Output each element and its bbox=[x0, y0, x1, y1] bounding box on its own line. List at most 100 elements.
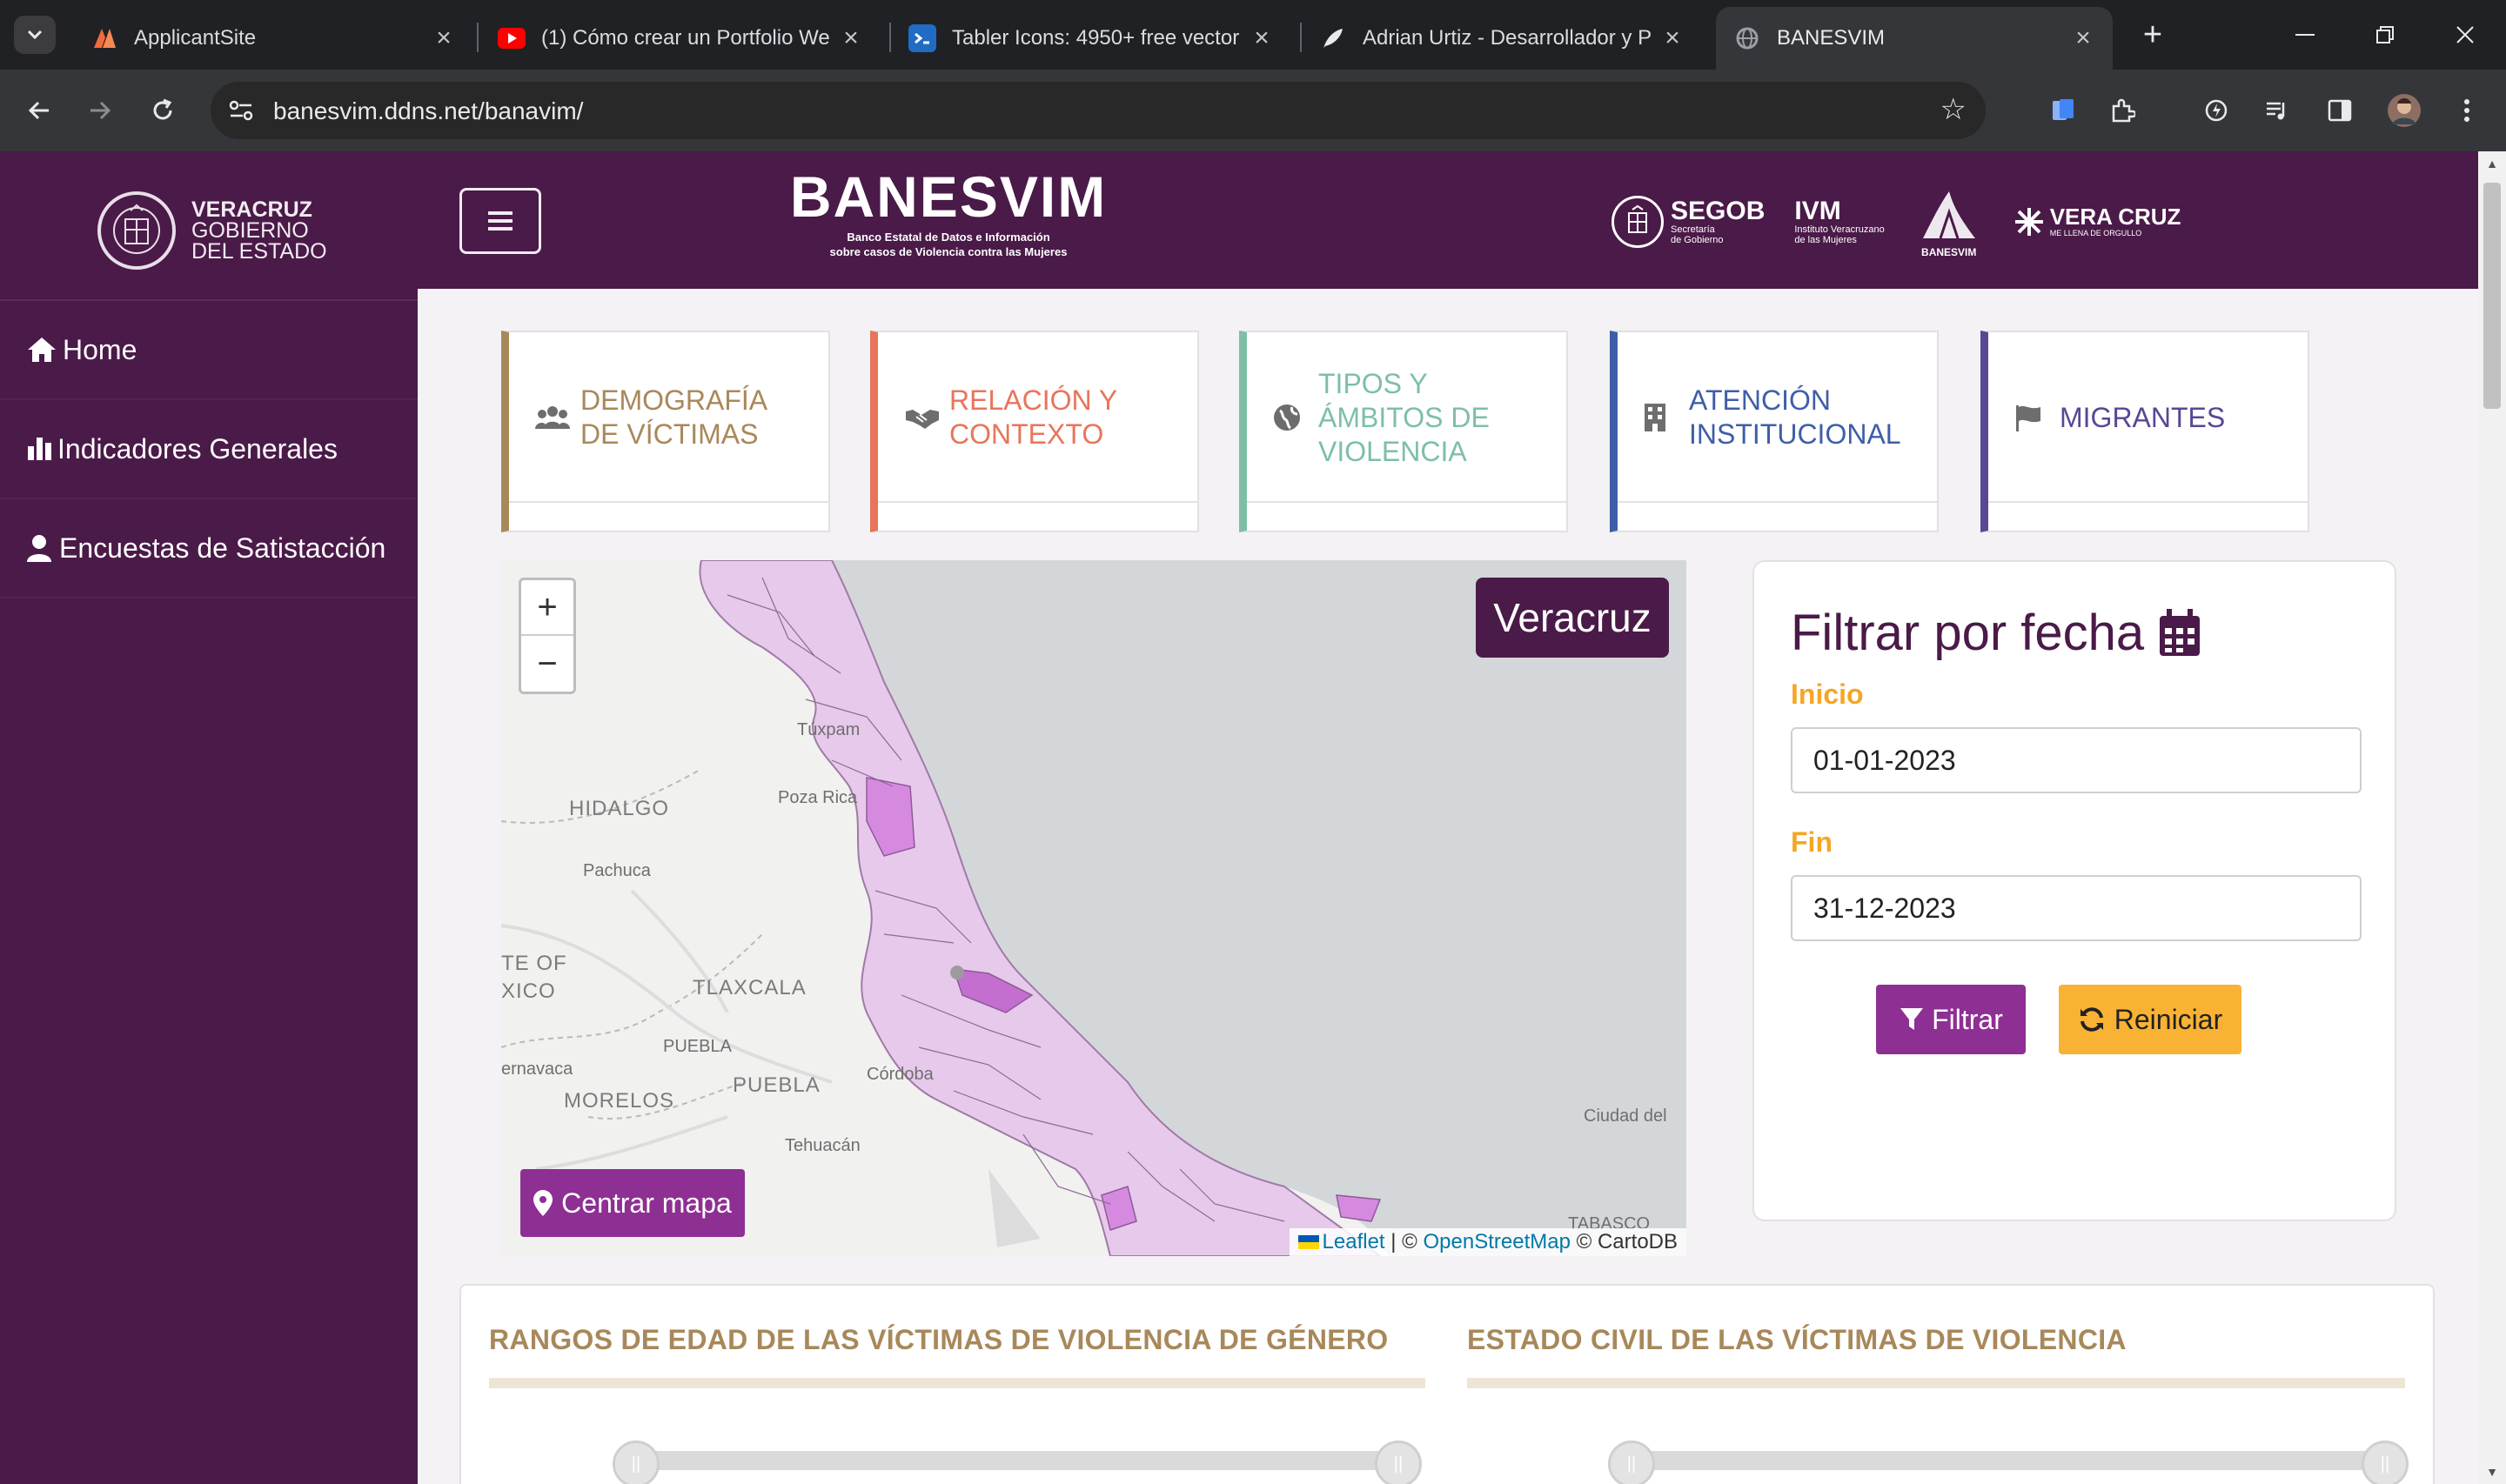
tab-separator bbox=[477, 23, 479, 52]
sidebar-item-encuestas[interactable]: Encuestas de Satistacción bbox=[0, 499, 418, 598]
start-date-label: Inicio bbox=[1791, 678, 1864, 710]
arrow-right-icon bbox=[90, 101, 111, 120]
users-icon bbox=[535, 404, 580, 431]
hamburger-icon bbox=[488, 219, 513, 223]
feather-icon bbox=[1319, 24, 1347, 52]
card-relacion[interactable]: RELACIÓN Y CONTEXTO bbox=[870, 331, 1199, 532]
state-seal-icon bbox=[97, 191, 176, 270]
card-demografia[interactable]: DEMOGRAFÍA DE VÍCTIMAS bbox=[501, 331, 830, 532]
zoom-in-button[interactable]: + bbox=[521, 580, 573, 636]
card-label-line-3: VIOLENCIA bbox=[1318, 435, 1467, 467]
menu-toggle-button[interactable] bbox=[459, 188, 541, 254]
veracruz-name: VERA CRUZ bbox=[2049, 204, 2181, 230]
slider-handle-left[interactable]: || bbox=[1608, 1441, 1655, 1484]
scrollbar-thumb[interactable] bbox=[2483, 183, 2501, 409]
minimize-icon bbox=[2295, 34, 2315, 36]
close-icon[interactable]: × bbox=[1250, 23, 1274, 53]
reset-button-label: Reiniciar bbox=[2114, 1003, 2223, 1035]
tab-applicantsite[interactable]: ApplicantSite × bbox=[73, 7, 473, 70]
sidebar-item-indicadores[interactable]: Indicadores Generales bbox=[0, 400, 418, 499]
reset-button[interactable]: Reiniciar bbox=[2059, 985, 2241, 1054]
forward-button[interactable] bbox=[78, 89, 122, 132]
sidebar-item-label: Home bbox=[63, 333, 137, 365]
tab-youtube[interactable]: (1) Cómo crear un Portfolio We × bbox=[480, 7, 881, 70]
card-migrantes[interactable]: MIGRANTES bbox=[1980, 331, 2309, 532]
segob-logo: SEGOB Secretaría de Gobierno bbox=[1611, 196, 1765, 248]
map-label-hidalgo: HIDALGO bbox=[569, 797, 670, 820]
map-label-ciudad-del: Ciudad del bbox=[1584, 1106, 1667, 1126]
banesvim-logo[interactable]: BANESVIM Banco Estatal de Datos e Inform… bbox=[783, 164, 1114, 259]
funnel-icon bbox=[1900, 1008, 1924, 1030]
ivm-sub-1: Instituto Veracruzano bbox=[1794, 224, 1885, 235]
card-footer bbox=[878, 501, 1197, 531]
tab-title: ApplicantSite bbox=[134, 26, 257, 50]
address-bar[interactable]: banesvim.ddns.net/banavim/ ☆ bbox=[211, 82, 1986, 139]
url-text: banesvim.ddns.net/banavim/ bbox=[273, 97, 584, 124]
start-date-input[interactable]: 01-01-2023 bbox=[1791, 727, 2362, 793]
card-label-line-2: INSTITUCIONAL bbox=[1689, 418, 1901, 450]
card-footer bbox=[1247, 501, 1566, 531]
extension-docs-icon[interactable] bbox=[2041, 89, 2085, 132]
sidebar-item-label: Encuestas de Satistacción bbox=[59, 531, 386, 564]
new-tab-button[interactable]: + bbox=[2134, 16, 2172, 54]
flag-icon bbox=[2014, 404, 2060, 431]
card-footer bbox=[1988, 501, 2308, 531]
close-icon[interactable]: × bbox=[1660, 23, 1685, 53]
handshake-icon bbox=[904, 404, 949, 431]
banesvim-small-logo: BANESVIM bbox=[1914, 186, 1984, 257]
card-tipos[interactable]: TIPOS Y ÁMBITOS DE VIOLENCIA bbox=[1239, 331, 1568, 532]
ivm-logo: IVM Instituto Veracruzano de las Mujeres bbox=[1794, 198, 1885, 246]
sidebar-item-home[interactable]: Home bbox=[0, 301, 418, 400]
tab-banesvim[interactable]: BANESVIM × bbox=[1716, 7, 2113, 70]
back-button[interactable] bbox=[17, 89, 61, 132]
performance-icon[interactable] bbox=[2194, 89, 2238, 132]
openstreetmap-link[interactable]: OpenStreetMap bbox=[1424, 1230, 1571, 1254]
building-icon bbox=[1644, 403, 1689, 432]
scroll-down-arrow-icon[interactable]: ▼ bbox=[2478, 1460, 2506, 1484]
filter-button[interactable]: Filtrar bbox=[1876, 985, 2026, 1054]
side-panel-icon[interactable] bbox=[2318, 89, 2362, 132]
map-label-tuxpam: Túxpam bbox=[797, 720, 861, 739]
scroll-up-arrow-icon[interactable]: ▲ bbox=[2478, 151, 2506, 176]
site-info-icon[interactable] bbox=[223, 92, 259, 129]
partner-logos: SEGOB Secretaría de Gobierno IVM Institu… bbox=[1611, 181, 2210, 263]
map-label-pachuca: Pachuca bbox=[583, 861, 651, 880]
bookmark-star-icon[interactable]: ☆ bbox=[1940, 92, 1967, 127]
slider-handle-right[interactable]: || bbox=[2362, 1441, 2409, 1484]
close-icon[interactable]: × bbox=[432, 23, 456, 53]
map-label-morelos: MORELOS bbox=[564, 1089, 675, 1113]
tab-adrian-urtiz[interactable]: Adrian Urtiz - Desarrollador y P × bbox=[1302, 7, 1702, 70]
restore-button[interactable] bbox=[2346, 0, 2424, 70]
veracruz-brand[interactable]: VERACRUZ GOBIERNO DEL ESTADO bbox=[97, 191, 327, 270]
close-icon[interactable]: × bbox=[839, 23, 863, 53]
menu-kebab-icon[interactable] bbox=[2445, 89, 2489, 132]
veracruz-knot-icon bbox=[2014, 208, 2043, 236]
card-atencion[interactable]: ATENCIÓN INSTITUCIONAL bbox=[1610, 331, 1939, 532]
map-label-cuernavaca: ernavaca bbox=[501, 1060, 573, 1079]
reload-button[interactable] bbox=[141, 89, 184, 132]
close-icon[interactable]: × bbox=[2071, 23, 2095, 53]
veracruz-map[interactable]: HIDALGO Pachuca TE OF XICO TLAXCALA PUEB… bbox=[501, 560, 1686, 1256]
leaflet-link[interactable]: Leaflet bbox=[1323, 1230, 1385, 1254]
slider-handle-left[interactable]: || bbox=[613, 1441, 660, 1484]
age-chart-range-slider[interactable] bbox=[618, 1451, 1392, 1470]
card-label-line-1: RELACIÓN Y bbox=[949, 384, 1118, 416]
end-date-input[interactable]: 31-12-2023 bbox=[1791, 875, 2362, 941]
extensions-puzzle-icon[interactable] bbox=[2101, 89, 2144, 132]
sidebar-item-label: Indicadores Generales bbox=[57, 432, 338, 465]
zoom-out-button[interactable]: − bbox=[521, 636, 573, 692]
profile-avatar[interactable] bbox=[2382, 89, 2426, 132]
card-label-line-1: DEMOGRAFÍA bbox=[580, 384, 768, 416]
minimize-button[interactable] bbox=[2266, 0, 2344, 70]
arrow-left-icon bbox=[28, 101, 49, 120]
slider-handle-right[interactable]: || bbox=[1375, 1441, 1422, 1484]
restore-icon bbox=[2376, 26, 2394, 43]
close-window-button[interactable] bbox=[2426, 0, 2504, 70]
page-scrollbar[interactable]: ▲ ▼ bbox=[2478, 151, 2506, 1484]
media-controls-icon[interactable] bbox=[2255, 89, 2299, 132]
center-map-button[interactable]: Centrar mapa bbox=[520, 1169, 745, 1237]
civil-chart-range-slider[interactable] bbox=[1631, 1451, 2405, 1470]
tab-tabler-icons[interactable]: Tabler Icons: 4950+ free vector × bbox=[891, 7, 1291, 70]
tab-search-button[interactable] bbox=[14, 16, 56, 54]
home-icon bbox=[26, 336, 63, 364]
